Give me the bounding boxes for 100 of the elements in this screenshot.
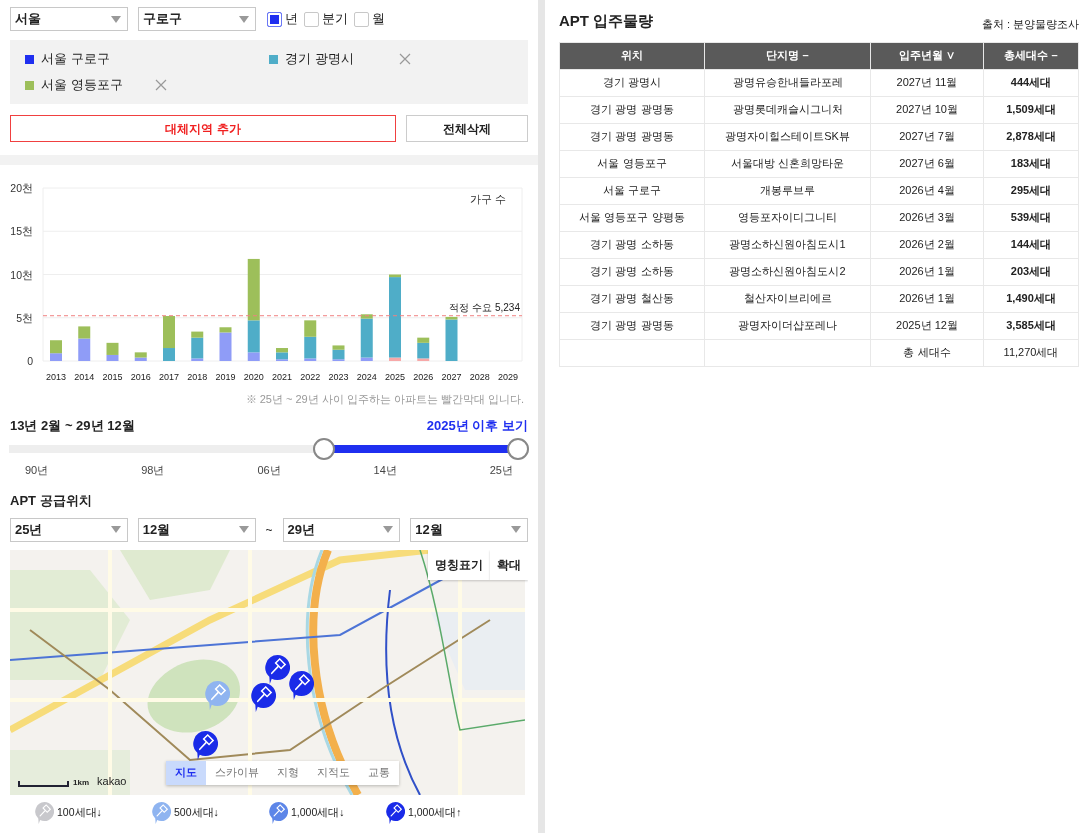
table-cell: 총 세대수: [870, 339, 984, 366]
region-label: 서울 영등포구: [41, 76, 124, 95]
table-cell: 2,878세대: [983, 123, 1079, 150]
checkbox-label: 월: [372, 10, 385, 29]
table-cell: 개봉루브루: [704, 177, 871, 204]
checkbox-label: 년: [285, 10, 298, 29]
column-header[interactable]: 위치: [559, 42, 705, 69]
map-type-tab[interactable]: 지형: [268, 760, 308, 785]
tick-label: 25년: [489, 463, 513, 478]
table-cell: 2027년 7월: [870, 123, 984, 150]
caret-icon: [511, 526, 521, 533]
caret-icon: [238, 526, 249, 533]
axis-label: 2015: [102, 372, 123, 382]
axis-title: 가구 수: [469, 193, 506, 205]
legend-label: 1,000세대↑: [408, 804, 462, 820]
axis-label: 2024: [356, 372, 377, 382]
map-type-tab[interactable]: 지적도: [308, 760, 359, 785]
axis-label: 2026: [413, 372, 434, 382]
map-type-tab[interactable]: 교통: [359, 760, 399, 785]
range-title: 13년 2월 ~ 29년 12월: [10, 416, 135, 435]
table-cell: 광명롯데캐슬시그니처: [704, 96, 871, 123]
axis-label: 2023: [328, 372, 349, 382]
range-separator: ~: [265, 521, 273, 539]
table-cell: 2027년 6월: [870, 150, 984, 177]
table-cell: 2025년 12월: [870, 312, 984, 339]
dropdown[interactable]: 구로구: [138, 7, 256, 31]
table-cell: 295세대: [983, 177, 1079, 204]
axis-label: 2017: [159, 372, 179, 382]
table-cell: 경기 광명시: [559, 69, 705, 96]
table-cell: 539세대: [983, 204, 1079, 231]
map-type-tab[interactable]: 스카이뷰: [206, 760, 268, 785]
axis-label: 2013: [46, 372, 66, 382]
dropdown[interactable]: 12월: [410, 517, 528, 542]
slider-handle[interactable]: [312, 438, 335, 460]
tick-label: 90년: [25, 463, 49, 478]
add-region-button[interactable]: 대체지역 추가: [10, 115, 396, 142]
table-cell: 1,490세대: [983, 285, 1079, 312]
column-header[interactable]: 단지명 –: [704, 42, 871, 69]
table-cell: 서울 영등포구: [559, 150, 705, 177]
table-cell: 203세대: [983, 258, 1079, 285]
table-cell: 11,270세대: [983, 339, 1079, 366]
table-cell: 철산자이브리에르: [704, 285, 871, 312]
axis-label: 20천: [10, 182, 33, 194]
map-button[interactable]: 명칭표기: [428, 549, 490, 580]
table-cell: 광명유승한내들라포레: [704, 69, 871, 96]
caret-icon: [383, 526, 394, 533]
table-cell: 2027년 11월: [870, 69, 984, 96]
table-cell: 144세대: [983, 231, 1079, 258]
legend-label: 500세대↓: [174, 804, 219, 820]
checkbox-label: 분기: [322, 10, 348, 29]
legend-label: 100세대↓: [57, 804, 102, 820]
tick-label: 14년: [373, 463, 397, 478]
table-cell: 서울대방 신혼희망타운: [704, 150, 871, 177]
table-cell: 2026년 2월: [870, 231, 984, 258]
dropdown[interactable]: 12월: [137, 517, 256, 542]
slider-handle[interactable]: [507, 438, 529, 460]
close-icon[interactable]: [155, 79, 167, 91]
dropdown[interactable]: 25년: [10, 517, 128, 542]
bar: [304, 320, 317, 337]
table-cell: 경기 광명 광명동: [559, 123, 705, 150]
tick-label: 98년: [141, 463, 165, 478]
close-icon[interactable]: [399, 53, 411, 65]
source-label: 출처 : 분양물량조사: [981, 17, 1079, 32]
axis-label: 0: [27, 355, 33, 367]
table-cell: 서울 구로구: [559, 177, 705, 204]
table-cell: 183세대: [983, 150, 1079, 177]
axis-label: 2019: [215, 372, 236, 382]
table-cell: 영등포자이디그니티: [704, 204, 871, 231]
table-cell: 2026년 1월: [870, 258, 984, 285]
panel-title: APT 입주물량: [559, 11, 654, 31]
map-button[interactable]: 확대: [490, 549, 528, 580]
scale-bar: [18, 780, 69, 787]
checkbox[interactable]: [354, 11, 369, 27]
table-cell: 서울 영등포구 양평동: [559, 204, 705, 231]
checkbox[interactable]: [267, 11, 282, 27]
axis-label: 2014: [74, 372, 95, 382]
map-type-tab[interactable]: 지도: [166, 760, 206, 785]
column-header[interactable]: 입주년월 ∨: [870, 42, 984, 69]
caret-icon: [239, 15, 249, 23]
table-cell: 광명소하신원아침도시1: [704, 231, 871, 258]
section-title: APT 공급위치: [10, 492, 92, 508]
table-cell: 경기 광명 철산동: [559, 285, 705, 312]
caret-icon: [111, 15, 121, 23]
table-cell: 2026년 1월: [870, 285, 984, 312]
column-header[interactable]: 총세대수 –: [983, 42, 1079, 69]
link[interactable]: 2025년 이후 보기: [426, 415, 528, 435]
clear-all-button[interactable]: 전체삭제: [406, 115, 528, 142]
axis-label: 2025: [385, 372, 405, 382]
reference-label: 적정 수요 5,234: [449, 301, 520, 313]
axis-label: 15천: [10, 225, 33, 238]
checkbox[interactable]: [304, 11, 319, 27]
axis-label: 2016: [130, 372, 151, 382]
axis-label: 10천: [10, 268, 33, 281]
axis-label: 2029: [498, 372, 518, 382]
table-cell: 2027년 10월: [870, 96, 984, 123]
dropdown[interactable]: 29년: [282, 517, 401, 542]
table-cell: 1,509세대: [983, 96, 1079, 123]
axis-label: 2027: [441, 372, 462, 382]
dropdown[interactable]: 서울: [10, 7, 128, 31]
table-cell: 경기 광명 광명동: [559, 96, 705, 123]
